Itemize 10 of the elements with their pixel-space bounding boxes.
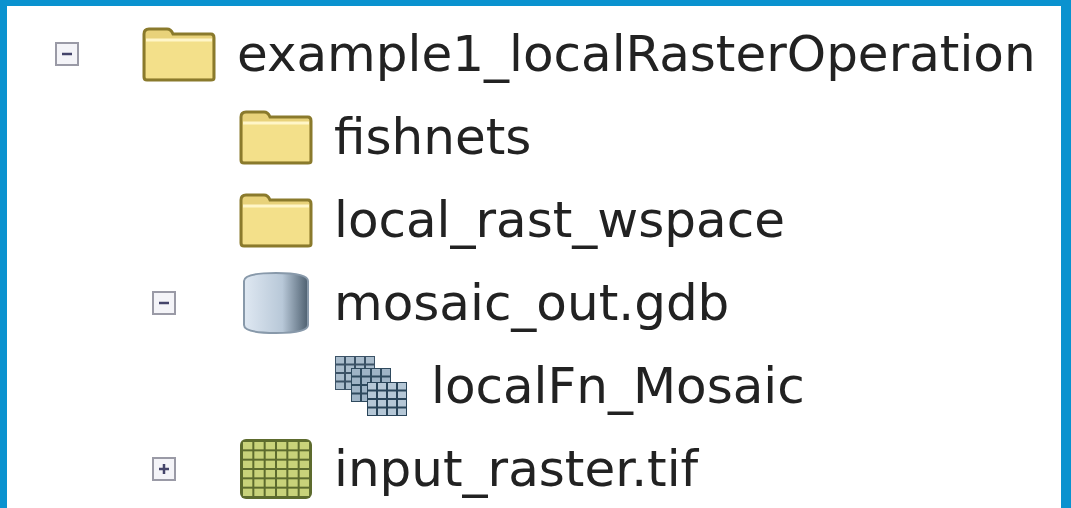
plus-icon [157,461,171,476]
tree-item-label[interactable]: fishnets [334,111,532,162]
collapse-toggle[interactable] [55,41,79,66]
expand-toggle[interactable] [152,456,176,481]
folder-icon [238,108,314,165]
folder-icon [238,191,314,248]
collapse-toggle[interactable] [152,290,176,315]
folder-icon [141,25,217,82]
database-icon [240,270,312,335]
raster-icon [238,436,314,501]
